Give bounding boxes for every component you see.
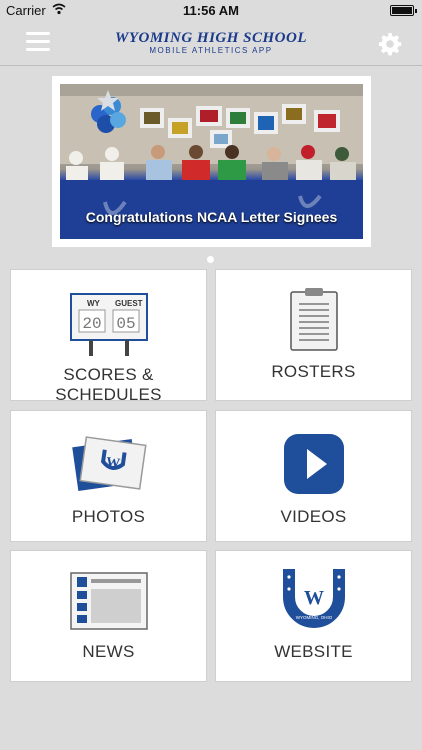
scoreboard-home-score: 20 bbox=[82, 315, 101, 333]
horseshoe-logo-icon: W WYOMING, OHIO bbox=[282, 569, 345, 628]
status-bar: Carrier 11:56 AM bbox=[0, 0, 422, 22]
battery-icon bbox=[390, 5, 417, 16]
app-subtitle: MOBILE ATHLETICS APP bbox=[149, 46, 273, 55]
scoreboard-away-score: 05 bbox=[116, 315, 135, 333]
scoreboard-icon: WY GUEST 20 05 bbox=[69, 293, 148, 356]
rosters-tile[interactable]: ROSTERS bbox=[215, 269, 412, 401]
page-indicator-dot[interactable] bbox=[207, 256, 214, 263]
photos-icon: W bbox=[71, 436, 147, 491]
videos-label: VIDEOS bbox=[280, 507, 347, 526]
hamburger-menu-icon[interactable] bbox=[26, 32, 50, 52]
videos-tile[interactable]: VIDEOS bbox=[215, 410, 412, 542]
website-label: WEBSITE bbox=[274, 642, 353, 661]
website-logo-ring-text: WYOMING, OHIO bbox=[295, 615, 332, 620]
photos-logo-letter: W bbox=[104, 455, 120, 472]
play-icon bbox=[283, 434, 344, 494]
scoreboard-home-label: WY bbox=[87, 299, 101, 308]
rosters-label: ROSTERS bbox=[271, 362, 356, 381]
nav-bar: WYOMING HIGH SCHOOL MOBILE ATHLETICS APP bbox=[0, 22, 422, 66]
school-name: WYOMING HIGH SCHOOL bbox=[114, 30, 308, 46]
scores-schedules-tile[interactable]: WY GUEST 20 05 SCORES & SCHEDULES bbox=[10, 269, 207, 404]
newspaper-icon bbox=[69, 572, 148, 630]
website-tile[interactable]: W WYOMING, OHIO WEBSITE bbox=[215, 550, 412, 682]
signees-photo: Congratulations NCAA Letter Signees bbox=[60, 84, 363, 239]
news-tile[interactable]: NEWS bbox=[10, 550, 207, 682]
clock: 11:56 AM bbox=[183, 3, 239, 18]
banner-caption: Congratulations NCAA Letter Signees bbox=[85, 209, 338, 225]
news-banner[interactable]: Congratulations NCAA Letter Signees bbox=[52, 76, 371, 247]
scores-schedules-label: SCORES & SCHEDULES bbox=[55, 365, 162, 404]
website-logo-letter: W bbox=[304, 587, 324, 609]
photos-label: PHOTOS bbox=[71, 507, 146, 526]
scoreboard-away-label: GUEST bbox=[115, 299, 143, 308]
news-label: NEWS bbox=[82, 642, 135, 661]
gear-icon[interactable] bbox=[378, 32, 402, 56]
app-title: WYOMING HIGH SCHOOL MOBILE ATHLETICS APP bbox=[110, 30, 312, 55]
photos-tile[interactable]: W PHOTOS bbox=[10, 410, 207, 542]
clipboard-icon bbox=[289, 288, 338, 351]
